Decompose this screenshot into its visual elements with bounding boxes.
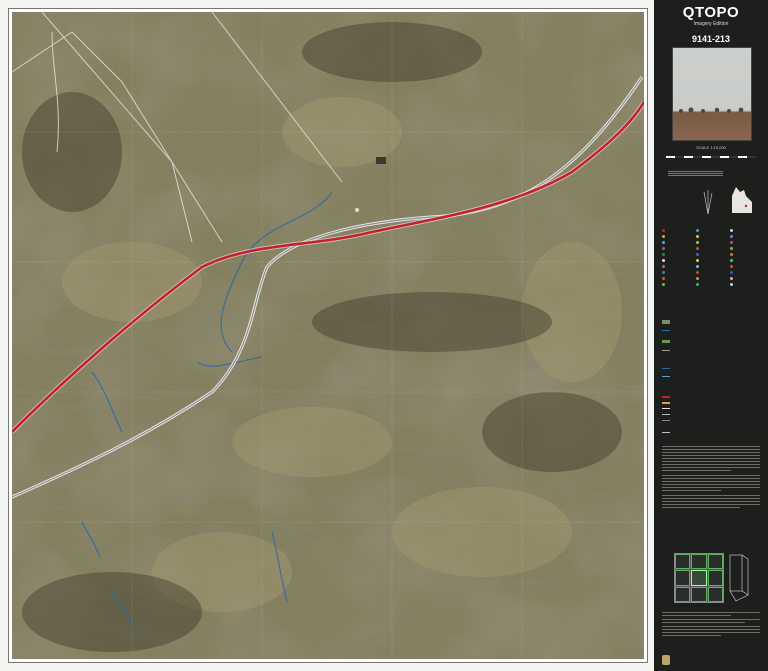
index-cell xyxy=(675,554,691,570)
landmark-point xyxy=(355,208,359,212)
legend-water xyxy=(662,330,670,331)
acknowledgement-text xyxy=(662,612,760,638)
map-title: QTOPO xyxy=(682,4,740,21)
legend-highway xyxy=(662,396,670,398)
legend-infrastructure xyxy=(662,432,670,433)
index-cell xyxy=(675,586,691,602)
legend-vegetation xyxy=(662,320,670,324)
index-cell xyxy=(691,554,707,570)
notes-text-block xyxy=(662,446,760,510)
index-cell xyxy=(675,570,691,586)
index-cell-current xyxy=(691,570,707,586)
scale-label: SCALE 1:10,000 xyxy=(696,145,726,150)
legend-creek xyxy=(662,376,670,377)
index-cell xyxy=(707,554,723,570)
map-fold-diagram xyxy=(729,554,749,602)
legend-railway xyxy=(662,420,670,421)
north-arrow-diagram xyxy=(703,190,713,215)
photo-trees xyxy=(679,107,744,113)
sheet-number: 9141-213 xyxy=(691,34,731,44)
legend-river xyxy=(662,368,670,369)
index-cell xyxy=(691,586,707,602)
index-cell xyxy=(707,586,723,602)
queensland-government-crest xyxy=(662,655,670,665)
queensland-locator-map xyxy=(732,187,752,213)
aerial-map[interactable] xyxy=(12,12,644,659)
adjoining-sheets-index xyxy=(674,553,724,603)
legend-track xyxy=(662,414,670,415)
legend-reserve xyxy=(662,340,670,343)
index-cell xyxy=(707,570,723,586)
legend-road xyxy=(662,408,670,409)
legend-symbols xyxy=(662,227,762,307)
cover-photo xyxy=(672,47,752,141)
edition-label: Imagery Edition xyxy=(693,21,729,27)
legend-main-road xyxy=(662,402,670,404)
legend-boundary xyxy=(662,350,670,351)
scale-bar xyxy=(666,156,756,158)
dam xyxy=(376,157,386,164)
info-panel: QTOPO Imagery Edition 9141-213 SCALE 1:1… xyxy=(654,0,768,671)
projection-notes xyxy=(668,170,723,177)
map-frame xyxy=(8,8,648,663)
map-canvas xyxy=(12,12,644,659)
